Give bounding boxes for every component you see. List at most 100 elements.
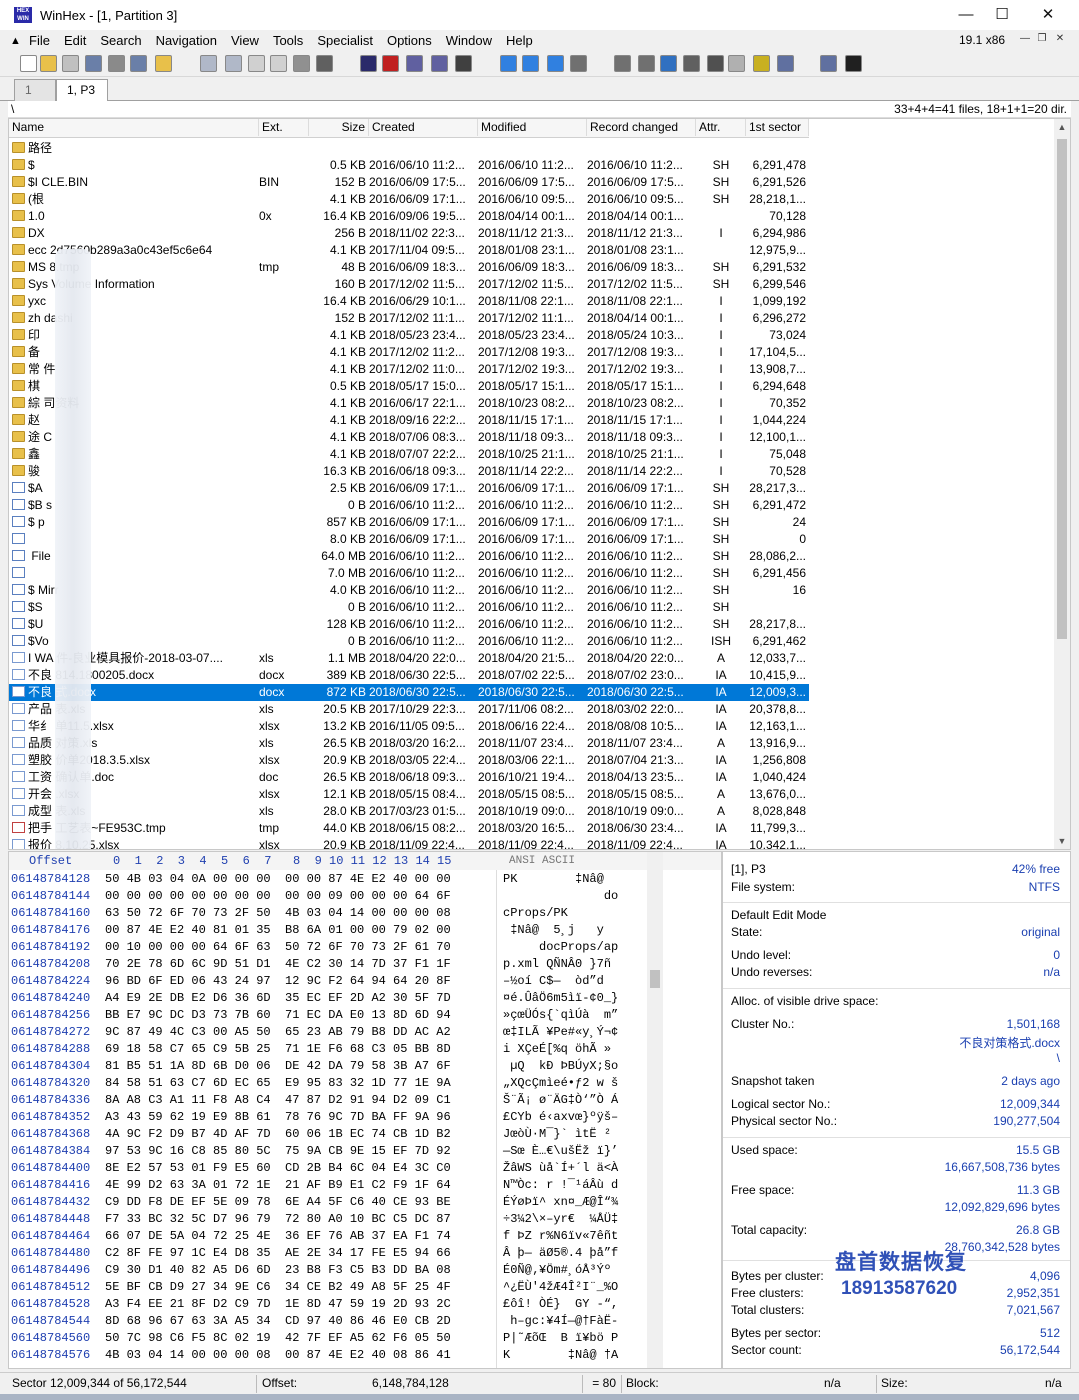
file-row[interactable]: 开会 .xlsx xlsx 12.1 KB 2018/05/15 08:4... 201… xyxy=(9,786,809,803)
hex-ascii[interactable]: ÷3¼2\×–yr€ ¼ÅÜ‡ xyxy=(503,1211,618,1228)
file-row[interactable]: 1.0 0x 16.4 KB 2016/09/06 19:5... 2018/04/14… xyxy=(9,208,809,225)
copy-icon[interactable] xyxy=(225,55,242,72)
hex-bytes[interactable]: 8E E2 57 53 01 F9 E5 60 CD 2B B4 6C 04 E… xyxy=(105,1160,451,1177)
analyze-icon[interactable] xyxy=(660,55,677,72)
file-row[interactable]: yxc 16.4 KB 2016/06/29 10:1... 2018/11/08 2… xyxy=(9,293,809,310)
hex-ascii[interactable]: œ‡ILÃ ¥Pe#«y¸Ý¬¢ xyxy=(503,1024,618,1041)
hex-ascii[interactable]: „XQcÇmìeé•ƒ2 w š xyxy=(503,1075,618,1092)
hex-offset[interactable]: 06148784352 xyxy=(11,1109,90,1126)
hex-offset[interactable]: 06148784304 xyxy=(11,1058,90,1075)
hex-offset[interactable]: 06148784432 xyxy=(11,1194,90,1211)
jump-icon[interactable] xyxy=(455,55,472,72)
print-icon[interactable] xyxy=(85,55,102,72)
hex-ascii[interactable]: P|˜ÆõŒ B ï¥bö P xyxy=(503,1330,618,1347)
hex-ascii[interactable]: µQ kÐ ÞBÚyX;§o xyxy=(503,1058,618,1075)
save-icon[interactable] xyxy=(62,55,79,72)
grid-icon[interactable] xyxy=(728,55,745,72)
hex-offset[interactable]: 06148784560 xyxy=(11,1330,90,1347)
file-row[interactable]: zh dashi 152 B 2017/12/02 11:1... 2017/12/0… xyxy=(9,310,809,327)
file-row[interactable]: 路径 xyxy=(9,140,809,157)
menu-navigation[interactable]: Navigation xyxy=(149,33,224,48)
hex-ascii[interactable]: –½oí C$— òd”d xyxy=(503,973,618,990)
hex-bytes[interactable]: F7 33 BC 32 5C D7 96 79 72 80 A0 10 BC C… xyxy=(105,1211,451,1228)
file-list-scrollbar[interactable]: ▲ ▼ xyxy=(1054,119,1070,849)
hex-ascii[interactable]: PK ‡Nâ@ xyxy=(503,871,618,888)
hex-ascii[interactable]: ŽâWS ùå`Í+´l ä<À xyxy=(503,1160,618,1177)
file-row[interactable]: 不良 式.docxdocx872 KB2018/06/30 22:5...201… xyxy=(9,684,809,701)
hex-bytes[interactable]: 50 7C 98 C6 F5 8C 02 19 42 7F EF A5 62 F… xyxy=(105,1330,451,1347)
hex-offset[interactable]: 06148784192 xyxy=(11,939,90,956)
hex-bytes[interactable]: C2 8F FE 97 1C E4 D8 35 AE 2E 34 17 FE E… xyxy=(105,1245,451,1262)
file-row[interactable]: MS 8.tmp tmp 48 B 2016/06/09 18:3... 2016/06… xyxy=(9,259,809,276)
file-row[interactable]: 途 C 4.1 KB 2018/07/06 08:3... 2018/11/18 09… xyxy=(9,429,809,446)
hex-offset[interactable]: 06148784160 xyxy=(11,905,90,922)
mdi-restore-icon[interactable]: ❐ xyxy=(1034,33,1050,44)
mdi-close-icon[interactable]: ✕ xyxy=(1052,33,1068,44)
calculator-icon[interactable] xyxy=(614,55,631,72)
hex-bytes[interactable]: C9 DD F8 DE EF 5E 09 78 6E A4 5F C6 40 C… xyxy=(105,1194,451,1211)
column-header-first-sector[interactable]: 1st sector xyxy=(746,119,809,136)
hex-bytes[interactable]: 4E 99 D2 63 3A 01 72 1E 21 AF B9 E1 C2 F… xyxy=(105,1177,451,1194)
hex-offset[interactable]: 06148784240 xyxy=(11,990,90,1007)
hex-offset[interactable]: 06148784176 xyxy=(11,922,90,939)
play-icon[interactable] xyxy=(777,55,794,72)
paste-hex-icon[interactable] xyxy=(270,55,287,72)
hex-ascii[interactable]: ‡Nâ@ 5¸j y xyxy=(503,922,618,939)
file-row[interactable]: 8.0 KB 2016/06/09 17:1... 2016/06/09 17:1.… xyxy=(9,531,809,548)
column-header-modified[interactable]: Modified xyxy=(478,119,587,136)
hex-ascii[interactable]: h–gc:¥4Í—@†FàË- xyxy=(503,1313,618,1330)
paste-icon[interactable] xyxy=(248,55,265,72)
hex-ascii[interactable]: —Sœ È…€\ušËž ï}’ xyxy=(503,1143,618,1160)
hex-bytes[interactable]: 84 58 51 63 C7 6D EC 65 E9 95 83 32 1D 7… xyxy=(105,1075,451,1092)
menu-tools[interactable]: Tools xyxy=(266,33,310,48)
hex-ascii[interactable]: do xyxy=(503,888,618,905)
hex-offset[interactable]: 06148784400 xyxy=(11,1160,90,1177)
hex-bytes[interactable]: 96 BD 6F ED 06 43 24 97 12 9C F2 64 94 6… xyxy=(105,973,451,990)
file-row[interactable]: 不良 814.1800205.docx docx 389 KB 2018/06/30 … xyxy=(9,667,809,684)
hex-offset[interactable]: 06148784544 xyxy=(11,1313,90,1330)
table-icon[interactable] xyxy=(753,55,770,72)
ram-editor-icon[interactable] xyxy=(570,55,587,72)
hex-editor[interactable]: Offset 0 1 2 3 4 5 6 7 8 9 10 11 12 13 1… xyxy=(8,851,722,1369)
hex-bytes[interactable]: 63 50 72 6F 70 73 2F 50 4B 03 04 14 00 0… xyxy=(105,905,451,922)
hex-offset[interactable]: 06148784384 xyxy=(11,1143,90,1160)
column-header-attr[interactable]: Attr. xyxy=(696,119,746,136)
menu-specialist[interactable]: Specialist xyxy=(310,33,380,48)
hex-bytes[interactable]: 69 18 58 C7 65 C9 5B 25 71 1E F6 68 C3 0… xyxy=(105,1041,451,1058)
tab-disk-1[interactable]: 1 xyxy=(14,79,56,101)
hex-offset[interactable]: 06148784464 xyxy=(11,1228,90,1245)
hex-ascii[interactable]: ¤é.ÛâÖ6m5ìï-¢0_} xyxy=(503,990,618,1007)
hex-bytes[interactable]: 4A 9C F2 D9 B7 4D AF 7D 60 06 1B EC 74 C… xyxy=(105,1126,451,1143)
hex-offset[interactable]: 06148784576 xyxy=(11,1347,90,1364)
file-row[interactable]: 印 4.1 KB 2018/05/23 23:4... 2018/05/23 23:4… xyxy=(9,327,809,344)
menu-view[interactable]: View xyxy=(224,33,266,48)
undo-icon[interactable] xyxy=(200,55,217,72)
book-icon[interactable] xyxy=(845,55,862,72)
hex-offset[interactable]: 06148784480 xyxy=(11,1245,90,1262)
hex-ascii[interactable]: cProps/PK xyxy=(503,905,618,922)
open-disk-icon[interactable] xyxy=(130,55,147,72)
hex-offset[interactable]: 06148784128 xyxy=(11,871,90,888)
file-row[interactable]: 工资 确认单.docdoc 26.5 KB2018/06/18 09:3... 20… xyxy=(9,769,809,786)
file-row[interactable]: 塑胶 价单2018.3.5.xlsx xlsx 20.9 KB 2018/03/05 … xyxy=(9,752,809,769)
file-row[interactable]: 7.0 MB 2016/06/10 11:2... 2016/06/10 11:2.… xyxy=(9,565,809,582)
menu-window[interactable]: Window xyxy=(439,33,499,48)
file-row[interactable]: (根 4.1 KB 2016/06/09 17:1... 2016/06/10 09:… xyxy=(9,191,809,208)
file-row[interactable]: 鑫 4.1 KB 2018/07/07 22:2... 2018/10/25 21:1… xyxy=(9,446,809,463)
hex-ascii[interactable]: K ‡Nâ@ †A xyxy=(503,1347,618,1364)
new-file-icon[interactable] xyxy=(20,55,37,72)
hex-bytes[interactable]: A3 F4 EE 21 8F D2 C9 7D 1E 8D 47 59 19 2… xyxy=(105,1296,451,1313)
hex-ascii[interactable]: i XÇeÉ[%q öhÃ » xyxy=(503,1041,618,1058)
mdi-minimize-icon[interactable]: — xyxy=(1017,33,1033,44)
file-row[interactable]: $A 2.5 KB 2016/06/09 17:1... 2016/06/09 17:… xyxy=(9,480,809,497)
tab-partition-3[interactable]: 1, P3 xyxy=(56,79,108,102)
hex-ascii[interactable]: É0Ñ@‚¥Öm#¸óÅ³Ýº xyxy=(503,1262,618,1279)
hex-offset[interactable]: 06148784336 xyxy=(11,1092,90,1109)
scrollbar-thumb[interactable] xyxy=(1057,139,1067,639)
file-row[interactable]: 品质 对策.xlsxls 26.5 KB2018/03/20 16:2... 201… xyxy=(9,735,809,752)
column-header-ext[interactable]: Ext. xyxy=(259,119,309,136)
file-row[interactable]: 棋 0.5 KB 2018/05/17 15:0... 2018/05/17 15:1… xyxy=(9,378,809,395)
scroll-down-icon[interactable]: ▼ xyxy=(1054,833,1070,849)
file-row[interactable]: 常 件 4.1 KB 2017/12/02 11:0... 2017/12/02 19… xyxy=(9,361,809,378)
back-icon[interactable] xyxy=(500,55,517,72)
